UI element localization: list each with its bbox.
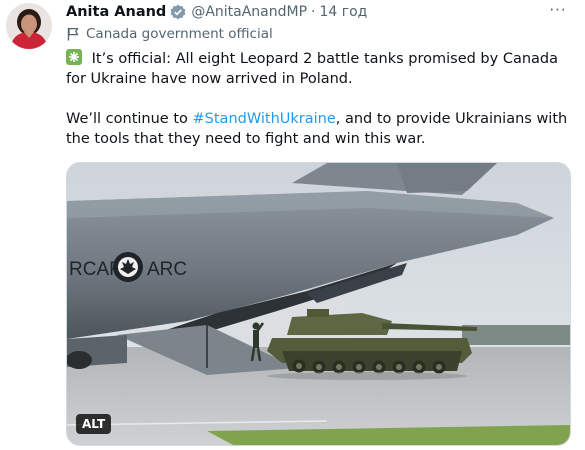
- avatar-image: [6, 3, 52, 49]
- tweet-paragraph-2: We’ll continue to #StandWithUkraine, and…: [66, 109, 571, 149]
- tweet-paragraph-1: It’s official: All eight Leopard 2 battl…: [66, 49, 571, 89]
- header-separator: ·: [311, 4, 316, 20]
- tweet-text: It’s official: All eight Leopard 2 battl…: [66, 49, 571, 149]
- aircraft-marking-rcaf: RCAF: [69, 259, 121, 280]
- hashtag-link[interactable]: #StandWithUkraine: [193, 111, 336, 127]
- aircraft-tank-photo: RCAF ARC: [67, 163, 570, 445]
- check-mark-emoji-icon: [66, 49, 82, 65]
- author-name[interactable]: Anita Anand: [66, 4, 166, 20]
- tweet-paragraph-1-text: It’s official: All eight Leopard 2 battl…: [66, 51, 558, 87]
- government-label-text: Canada government official: [86, 26, 273, 42]
- verified-badge-icon: [170, 4, 186, 20]
- tweet-media-image[interactable]: RCAF ARC ALT: [66, 162, 571, 446]
- tweet-timestamp[interactable]: 14 год: [319, 4, 367, 20]
- tweet-header: Anita Anand @AnitaAnandMP · 14 год: [66, 2, 367, 22]
- more-options-icon[interactable]: ···: [546, 2, 570, 22]
- author-avatar[interactable]: [6, 3, 52, 49]
- author-handle[interactable]: @AnitaAnandMP: [191, 4, 307, 20]
- government-label[interactable]: Canada government official: [66, 25, 273, 43]
- flag-icon: [66, 27, 80, 41]
- alt-text-badge[interactable]: ALT: [76, 414, 112, 434]
- aircraft-marking-arc: ARC: [147, 259, 187, 280]
- tweet-paragraph-2-start: We’ll continue to: [66, 111, 193, 127]
